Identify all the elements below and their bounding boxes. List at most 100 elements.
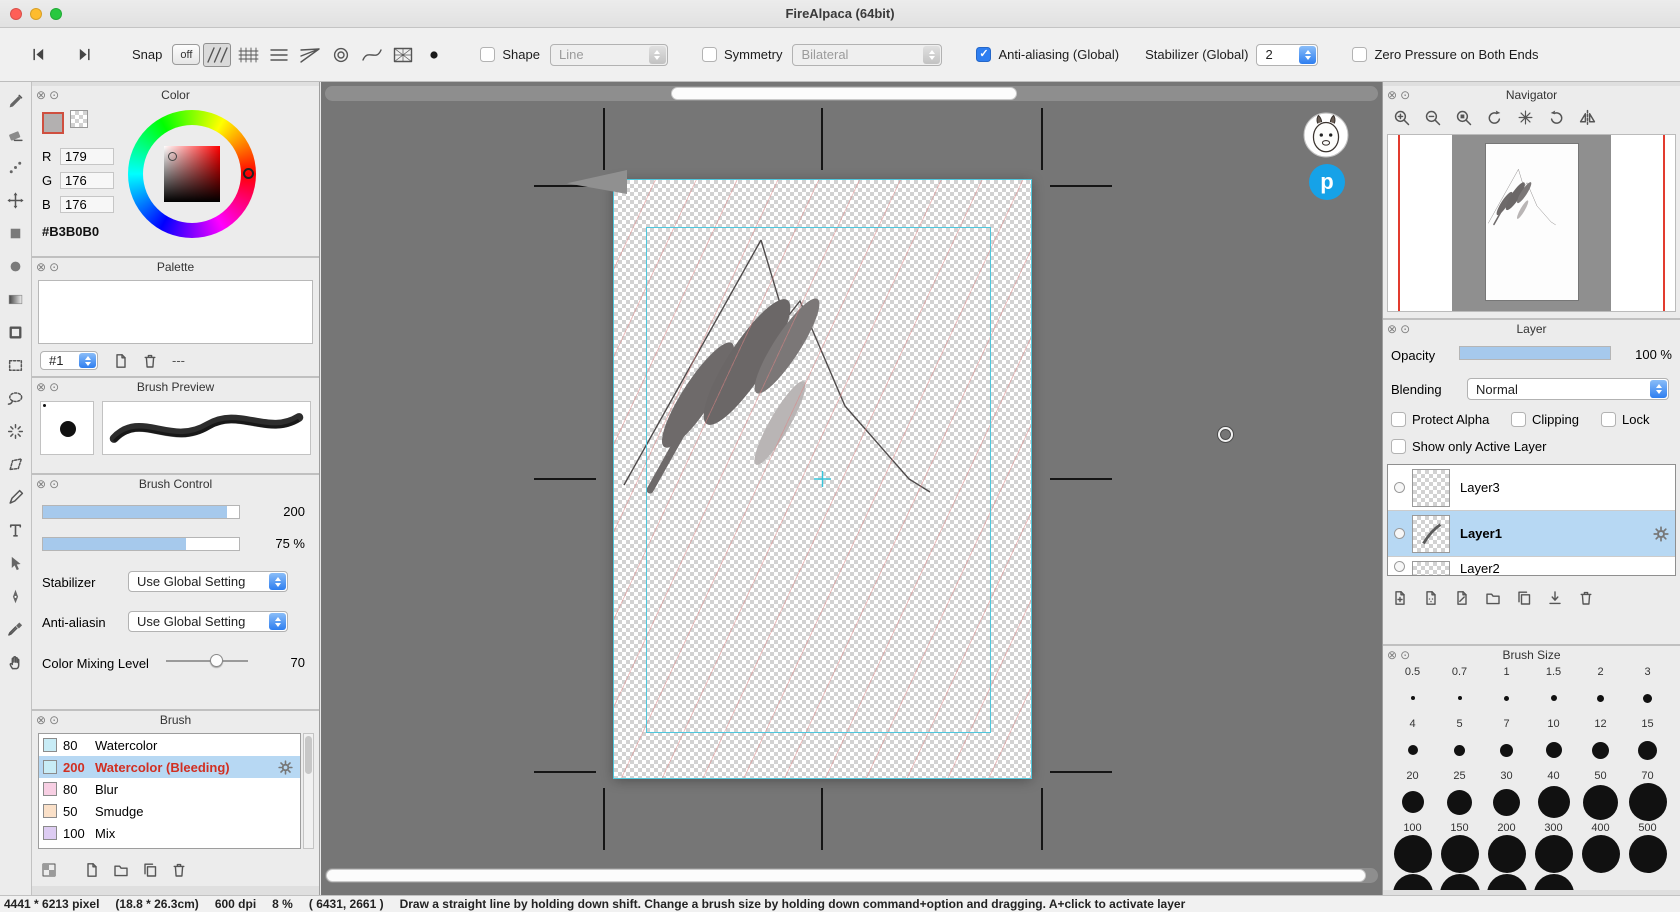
close-panel-icon[interactable] (36, 258, 46, 276)
zoom-in-icon[interactable] (1389, 106, 1413, 128)
blue-field[interactable]: 176 (60, 196, 114, 213)
palette-swatch-area[interactable] (38, 280, 313, 344)
snap-curve-icon[interactable] (358, 43, 386, 67)
brush-item[interactable]: 100Mix (39, 822, 300, 844)
brush-size-option[interactable]: 200 (1483, 822, 1530, 874)
eraser-tool[interactable] (3, 121, 29, 147)
collapse-panel-icon[interactable] (49, 378, 59, 396)
brush-size-option[interactable]: 0.7 (1436, 666, 1483, 718)
dot-brush-tool[interactable] (3, 253, 29, 279)
zero-pressure-checkbox[interactable] (1352, 47, 1367, 62)
collapse-panel-icon[interactable] (1400, 86, 1410, 104)
layer-opacity-slider[interactable] (1459, 346, 1611, 360)
magic-wand-tool[interactable] (3, 418, 29, 444)
brush-size-option[interactable]: 12 (1577, 718, 1624, 770)
layer-item[interactable]: Layer1 (1388, 511, 1675, 557)
collapse-panel-icon[interactable] (1400, 646, 1410, 664)
snap-parallel-icon[interactable] (203, 43, 231, 67)
scrollbar-thumb[interactable] (305, 736, 312, 774)
horizontal-scrollbar-top[interactable] (325, 86, 1378, 101)
eyedropper-tool[interactable] (3, 616, 29, 642)
rotate-cw-icon[interactable] (1544, 106, 1568, 128)
layer-visibility-toggle[interactable] (1394, 482, 1405, 493)
polygon-select-tool[interactable] (3, 451, 29, 477)
add-stencil-layer-icon[interactable] (1453, 590, 1470, 607)
sv-cursor[interactable] (168, 152, 177, 161)
green-field[interactable]: 176 (60, 172, 114, 189)
lasso-tool[interactable] (3, 385, 29, 411)
snap-grid-icon[interactable] (234, 43, 262, 67)
canvas-area[interactable]: p (321, 82, 1382, 895)
zoom-window-button[interactable] (50, 8, 62, 20)
brush-size-option[interactable]: 100 (1389, 822, 1436, 874)
close-panel-icon[interactable] (1387, 86, 1397, 104)
snap-vanishing-icon[interactable] (296, 43, 324, 67)
brush-preset-grid-icon[interactable] (40, 862, 57, 879)
brush-size-option[interactable]: 30 (1483, 770, 1530, 822)
brush-size-option[interactable]: 400 (1577, 822, 1624, 874)
reset-rotation-icon[interactable] (1513, 106, 1537, 128)
select-pen-tool[interactable] (3, 484, 29, 510)
close-panel-icon[interactable] (1387, 646, 1397, 664)
horizontal-scrollbar-bottom[interactable] (325, 868, 1378, 883)
close-panel-icon[interactable] (36, 711, 46, 729)
brush-folder-icon[interactable] (112, 862, 129, 879)
brush-size-option[interactable]: 10 (1530, 718, 1577, 770)
antialias-select[interactable]: Use Global Setting (128, 611, 288, 632)
close-window-button[interactable] (10, 8, 22, 20)
brush-size-option[interactable] (1389, 874, 1436, 890)
collapse-panel-icon[interactable] (49, 258, 59, 276)
brush-size-slider[interactable] (42, 505, 240, 519)
scrollbar-thumb[interactable] (671, 87, 1017, 100)
stabilizer-select[interactable]: Use Global Setting (128, 571, 288, 592)
brush-size-option[interactable]: 7 (1483, 718, 1530, 770)
brush-size-option[interactable]: 3 (1624, 666, 1671, 718)
brush-size-option[interactable]: 300 (1530, 822, 1577, 874)
stabilizer-global-select[interactable]: 2 (1256, 44, 1318, 66)
canvas[interactable] (614, 180, 1031, 778)
alpaca-logo[interactable] (1303, 112, 1349, 158)
brush-size-option[interactable]: 25 (1436, 770, 1483, 822)
close-panel-icon[interactable] (36, 86, 46, 104)
rotate-ccw-icon[interactable] (1482, 106, 1506, 128)
flip-horizontal-icon[interactable] (1575, 106, 1599, 128)
brush-size-option[interactable]: 1 (1483, 666, 1530, 718)
color-wheel[interactable] (128, 110, 256, 238)
duplicate-layer-icon[interactable] (1515, 590, 1532, 607)
collapse-panel-icon[interactable] (49, 475, 59, 493)
protect-alpha-checkbox[interactable] (1391, 412, 1406, 427)
color-mixing-slider[interactable] (166, 653, 248, 669)
shape-select[interactable]: Line (550, 44, 668, 66)
brush-size-option[interactable]: 500 (1624, 822, 1671, 874)
snap-concentric-icon[interactable] (327, 43, 355, 67)
close-panel-icon[interactable] (36, 475, 46, 493)
brush-list-scrollbar[interactable] (303, 733, 314, 849)
snap-off-button[interactable]: off (172, 44, 200, 65)
brush-opacity-slider[interactable] (42, 537, 240, 551)
add-layer-icon[interactable] (1391, 590, 1408, 607)
brush-size-option[interactable]: 1.5 (1530, 666, 1577, 718)
smudge-tool[interactable] (3, 154, 29, 180)
background-color-swatch[interactable] (70, 110, 88, 128)
add-brush-icon[interactable] (83, 862, 100, 879)
gradient-tool[interactable] (3, 286, 29, 312)
blending-select[interactable]: Normal (1467, 378, 1669, 400)
brush-size-option[interactable]: 5 (1436, 718, 1483, 770)
text-tool[interactable] (3, 517, 29, 543)
brush-size-option[interactable]: 15 (1624, 718, 1671, 770)
brush-size-option[interactable]: 20 (1389, 770, 1436, 822)
layer-visibility-toggle[interactable] (1394, 528, 1405, 539)
fill-tool[interactable] (3, 220, 29, 246)
redo-button[interactable] (72, 44, 96, 66)
brush-size-option[interactable]: 150 (1436, 822, 1483, 874)
brush-size-option[interactable] (1436, 874, 1483, 890)
hue-marker[interactable] (243, 168, 254, 179)
hand-tool[interactable] (3, 649, 29, 675)
brush-settings-gear-icon[interactable] (278, 760, 296, 775)
brush-size-option[interactable] (1483, 874, 1530, 890)
move-tool[interactable] (3, 187, 29, 213)
close-panel-icon[interactable] (1387, 320, 1397, 338)
snap-dot-icon[interactable] (420, 43, 448, 67)
snap-horizontal-icon[interactable] (265, 43, 293, 67)
select-rect-tool[interactable] (3, 352, 29, 378)
